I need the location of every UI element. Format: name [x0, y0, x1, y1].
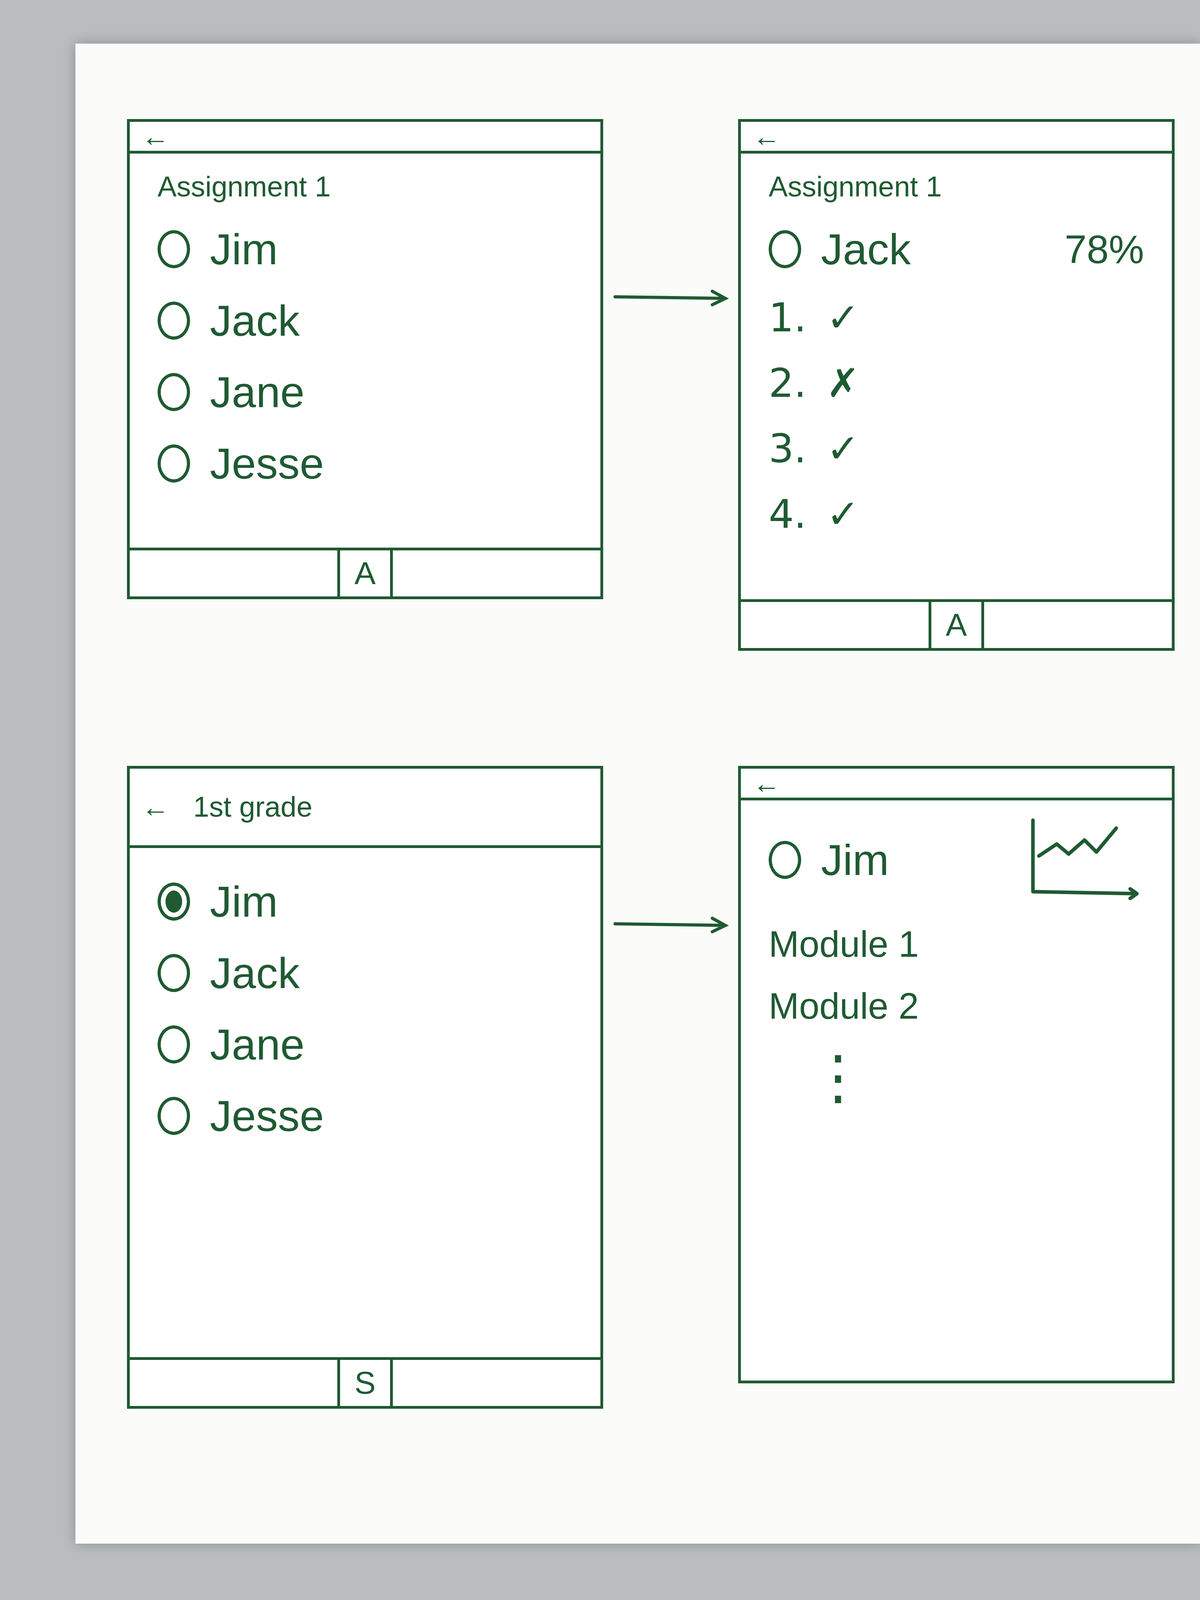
phone-screen: ← 1st grade Jim Jack Jane Jesse S [126, 765, 604, 1409]
student-row[interactable]: Jim [157, 875, 573, 928]
answer-row: 4. ✓ [768, 491, 1145, 537]
student-name: Jim [821, 834, 889, 886]
answer-mark: ✓ [826, 425, 860, 472]
student-name[interactable]: Jesse [209, 438, 324, 489]
header-bar: ← 1st grade [129, 768, 601, 849]
tab-button[interactable]: A [928, 601, 985, 649]
tab-bar: S [129, 1357, 601, 1406]
phone-screen: ← Jim Module 1 Module 2 ⋮ [738, 765, 1175, 1384]
screen-body: Jim Module 1 Module 2 ⋮ [740, 800, 1172, 1381]
score-label: 78% [1064, 226, 1145, 273]
radio-button[interactable] [157, 230, 191, 269]
student-row[interactable]: Jane [157, 1018, 573, 1071]
tab-button[interactable]: A [337, 550, 393, 597]
student-row[interactable]: Jane [157, 366, 573, 418]
question-number: 3. [768, 425, 807, 472]
back-button[interactable]: ← [141, 793, 170, 822]
student-name[interactable]: Jack [209, 295, 300, 347]
student-row[interactable]: Jim [157, 223, 573, 275]
more-indicator: ⋮ [768, 1047, 1145, 1107]
student-row[interactable]: Jesse [157, 437, 573, 490]
student-name[interactable]: Jane [209, 1019, 305, 1070]
trend-chart-icon [1025, 816, 1145, 904]
student-row[interactable]: Jack [157, 947, 573, 999]
answer-mark: ✓ [826, 491, 860, 537]
student-name: Jack [821, 224, 911, 275]
answer-row: 3. ✓ [768, 425, 1145, 472]
radio-button[interactable] [157, 882, 191, 921]
tab-bar: A [740, 599, 1172, 649]
student-row[interactable]: Jack [157, 294, 573, 347]
header-bar: ← [129, 121, 601, 154]
radio-button[interactable] [157, 1096, 191, 1135]
radio-button[interactable] [157, 1025, 191, 1064]
radio-button[interactable] [157, 373, 191, 412]
header-bar: ← [740, 121, 1172, 154]
radio-button[interactable] [157, 953, 191, 993]
question-number: 4. [768, 491, 807, 537]
answer-mark: ✓ [826, 294, 860, 341]
module-item[interactable]: Module 2 [768, 985, 1145, 1028]
student-row[interactable]: Jesse [157, 1090, 573, 1142]
header-bar: ← [740, 768, 1172, 801]
answer-row: 1. ✓ [768, 294, 1145, 341]
back-button[interactable]: ← [752, 769, 781, 798]
phone-screen: ← Assignment 1 Jim Jack Jane Jesse A [126, 119, 604, 600]
radio-button[interactable] [768, 230, 802, 269]
screen-title: 1st grade [193, 789, 313, 824]
student-name[interactable]: Jack [209, 948, 300, 999]
tab-bar: A [129, 547, 601, 597]
paper-sheet: ←Assignment 1JimJackJaneJesseA←Assignmen… [75, 43, 1200, 1544]
screen-body: Assignment 1 Jack 78% 1. ✓ 2. ✗ 3. ✓ 4. ✓ [740, 153, 1172, 600]
screen-title: Assignment 1 [157, 169, 573, 204]
screen-body: Jim Jack Jane Jesse [129, 848, 601, 1358]
screen-title: Assignment 1 [768, 169, 1145, 204]
student-row: Jim [768, 816, 1145, 904]
student-row: Jack 78% [768, 223, 1145, 275]
phone-screen: ← Assignment 1 Jack 78% 1. ✓ 2. ✗ 3. ✓ 4. ✓ A [738, 119, 1175, 651]
tab-button[interactable]: S [337, 1359, 393, 1406]
student-name[interactable]: Jane [209, 367, 305, 418]
back-button[interactable]: ← [141, 122, 170, 151]
flow-arrow-icon [611, 912, 731, 937]
radio-button[interactable] [157, 444, 191, 483]
question-number: 2. [768, 360, 807, 406]
radio-button[interactable] [768, 840, 802, 879]
flow-arrow-icon [611, 285, 731, 310]
back-button[interactable]: ← [752, 122, 781, 151]
student-name[interactable]: Jesse [209, 1090, 324, 1142]
student-name[interactable]: Jim [209, 224, 278, 275]
question-number: 1. [768, 294, 807, 341]
answer-mark: ✗ [826, 360, 860, 406]
screen-body: Assignment 1 Jim Jack Jane Jesse [129, 153, 601, 548]
module-item[interactable]: Module 1 [768, 923, 1145, 966]
answer-row: 2. ✗ [768, 360, 1145, 406]
arrow-cell [603, 285, 739, 310]
radio-button[interactable] [157, 301, 191, 340]
arrow-cell [603, 912, 739, 937]
student-name[interactable]: Jim [209, 876, 278, 927]
